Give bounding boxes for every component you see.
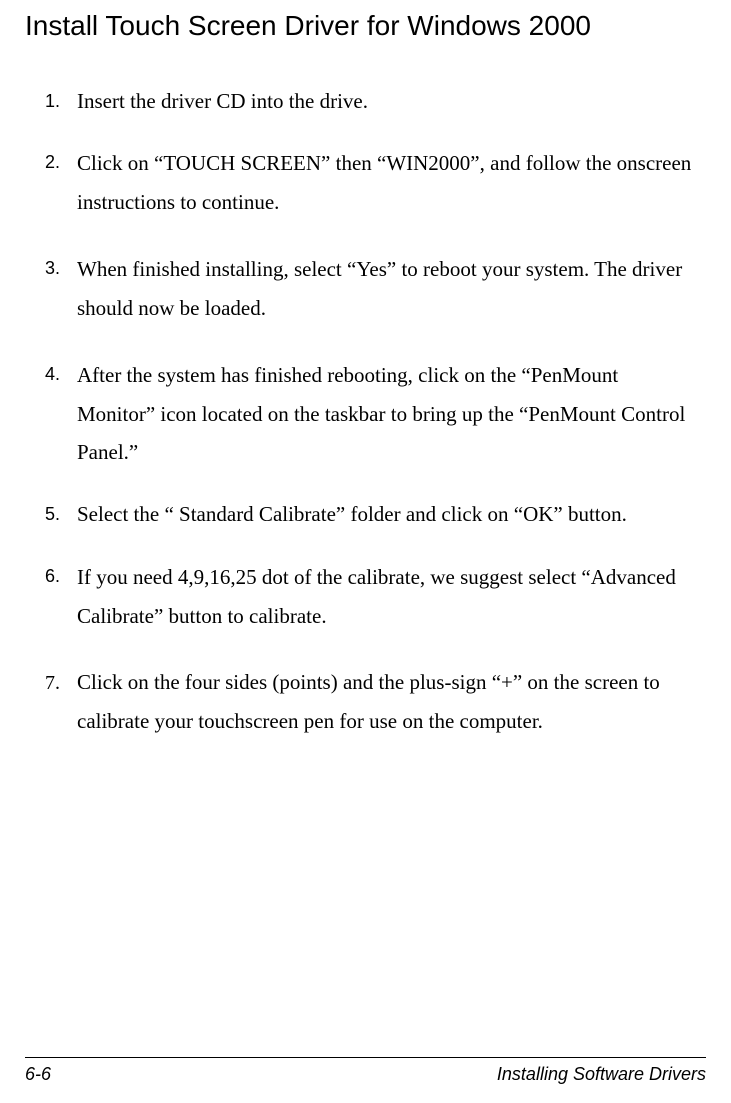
item-number: 5. bbox=[45, 500, 77, 529]
list-item: 1. Insert the driver CD into the drive. bbox=[45, 87, 706, 116]
page-number: 6-6 bbox=[25, 1064, 51, 1085]
item-number: 7. bbox=[45, 663, 77, 741]
item-number: 4. bbox=[45, 356, 77, 473]
list-item: 7. Click on the four sides (points) and … bbox=[45, 663, 706, 741]
instruction-list: 1. Insert the driver CD into the drive. … bbox=[25, 87, 706, 741]
page-footer: 6-6 Installing Software Drivers bbox=[25, 1057, 706, 1085]
item-text: When finished installing, select “Yes” t… bbox=[77, 250, 706, 328]
item-number: 3. bbox=[45, 250, 77, 328]
item-text: Click on “TOUCH SCREEN” then “WIN2000”, … bbox=[77, 144, 706, 222]
page-title: Install Touch Screen Driver for Windows … bbox=[25, 10, 706, 42]
item-text: Select the “ Standard Calibrate” folder … bbox=[77, 500, 706, 529]
list-item: 6. If you need 4,9,16,25 dot of the cali… bbox=[45, 558, 706, 636]
item-number: 1. bbox=[45, 87, 77, 116]
list-item: 5. Select the “ Standard Calibrate” fold… bbox=[45, 500, 706, 529]
item-text: Insert the driver CD into the drive. bbox=[77, 87, 706, 116]
item-number: 6. bbox=[45, 558, 77, 636]
item-text: If you need 4,9,16,25 dot of the calibra… bbox=[77, 558, 706, 636]
footer-label: Installing Software Drivers bbox=[497, 1064, 706, 1085]
list-item: 4. After the system has finished rebooti… bbox=[45, 356, 706, 473]
item-text: After the system has finished rebooting,… bbox=[77, 356, 706, 473]
list-item: 2. Click on “TOUCH SCREEN” then “WIN2000… bbox=[45, 144, 706, 222]
item-text: Click on the four sides (points) and the… bbox=[77, 663, 706, 741]
list-item: 3. When finished installing, select “Yes… bbox=[45, 250, 706, 328]
item-number: 2. bbox=[45, 144, 77, 222]
